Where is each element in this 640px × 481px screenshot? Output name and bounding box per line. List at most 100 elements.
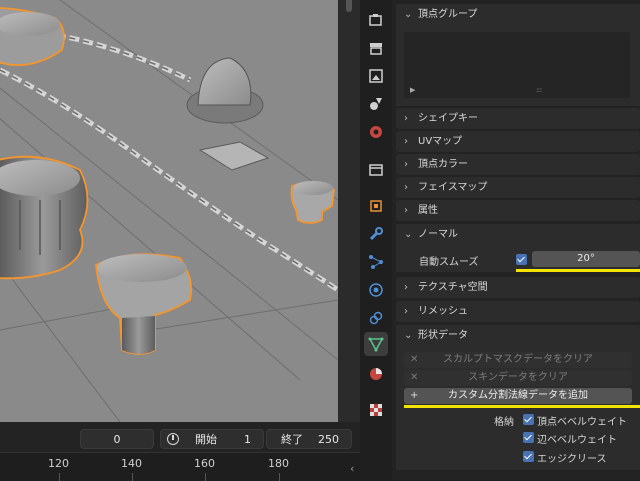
edge-crease-checkbox[interactable] bbox=[523, 451, 534, 462]
timeline: 0 開始 1 終了 250 120 140 160 180 ‹ bbox=[0, 422, 360, 481]
render-icon bbox=[370, 43, 382, 55]
shape-keys-header[interactable]: › シェイプキー bbox=[396, 108, 640, 129]
texture-icon bbox=[370, 404, 382, 416]
viewport-scene bbox=[0, 0, 338, 422]
vertex-bevel-weight-checkbox[interactable] bbox=[523, 414, 534, 425]
tab-collection[interactable] bbox=[364, 158, 388, 182]
tab-physics[interactable] bbox=[364, 278, 388, 302]
auto-smooth-label: 自動スムーズ bbox=[419, 257, 479, 268]
chevron-right-icon: › bbox=[404, 136, 408, 147]
panel-title: フェイスマップ bbox=[418, 182, 488, 193]
resize-grip-icon[interactable]: :::: bbox=[536, 86, 543, 94]
wrench-icon bbox=[369, 227, 383, 241]
attributes-header[interactable]: › 属性 bbox=[396, 200, 640, 221]
tab-constraints[interactable] bbox=[364, 306, 388, 330]
chevron-right-icon: › bbox=[404, 306, 408, 317]
vertex-groups-list[interactable]: ▶ :::: bbox=[404, 32, 630, 98]
auto-smooth-angle-field[interactable]: 20° bbox=[532, 251, 640, 267]
start-frame-label: 開始 bbox=[195, 433, 217, 446]
vertex-colors-header[interactable]: › 頂点カラー bbox=[396, 154, 640, 175]
end-frame-label: 終了 bbox=[281, 433, 303, 446]
viewport-scrollbar[interactable] bbox=[346, 0, 352, 12]
tab-scene[interactable] bbox=[364, 120, 388, 144]
frame-ruler[interactable]: 120 140 160 180 bbox=[0, 452, 360, 481]
material-icon bbox=[370, 368, 382, 380]
panel-title: 頂点グループ bbox=[418, 9, 478, 20]
panel-title: シェイプキー bbox=[418, 113, 478, 124]
constraints-icon bbox=[369, 311, 383, 325]
clear-sculpt-mask-button[interactable]: ✕ スカルプトマスクデータをクリア bbox=[404, 352, 632, 368]
edge-bevel-weight-label: 辺ベベルウェイト bbox=[537, 435, 617, 446]
clear-skin-button[interactable]: ✕ スキンデータをクリア bbox=[404, 370, 632, 386]
highlight-underline bbox=[516, 269, 640, 272]
tab-data[interactable] bbox=[364, 332, 388, 356]
panel-title: リメッシュ bbox=[418, 306, 468, 317]
auto-smooth-checkbox[interactable] bbox=[516, 254, 527, 265]
stopwatch-icon[interactable] bbox=[167, 433, 179, 445]
geometry-data-header[interactable]: ⌄ 形状データ bbox=[396, 325, 640, 346]
uv-maps-header[interactable]: › UVマップ bbox=[396, 131, 640, 152]
chevron-down-icon: ⌄ bbox=[404, 229, 413, 240]
start-frame-value: 1 bbox=[244, 433, 251, 446]
tab-view-layer[interactable] bbox=[364, 92, 388, 116]
3d-viewport[interactable] bbox=[0, 0, 338, 422]
face-maps-header[interactable]: › フェイスマップ bbox=[396, 177, 640, 198]
panel-title: 頂点カラー bbox=[418, 159, 468, 170]
texture-space-header[interactable]: › テクスチャ空間 bbox=[396, 277, 640, 298]
vertex-bevel-weight-label: 頂点ベベルウェイト bbox=[537, 417, 627, 428]
chevron-right-icon: › bbox=[404, 182, 408, 193]
ruler-tick-label: 120 bbox=[48, 457, 69, 470]
add-custom-normals-button[interactable]: + カスタム分割法線データを追加 bbox=[404, 388, 632, 404]
current-frame-field[interactable]: 0 bbox=[80, 429, 154, 449]
output-icon bbox=[369, 69, 383, 83]
current-frame-value: 0 bbox=[113, 433, 121, 446]
ruler-tick-label: 180 bbox=[268, 457, 289, 470]
properties-tab-bar bbox=[360, 0, 392, 480]
tab-tool[interactable] bbox=[364, 8, 388, 32]
tab-object[interactable] bbox=[364, 194, 388, 218]
button-label: スカルプトマスクデータをクリア bbox=[443, 354, 593, 365]
scene-icon bbox=[370, 126, 382, 138]
button-label: スキンデータをクリア bbox=[468, 372, 568, 383]
tool-icon bbox=[369, 14, 382, 26]
edge-crease-label: エッジクリース bbox=[537, 454, 607, 465]
chevron-right-icon: › bbox=[404, 113, 408, 124]
tab-material[interactable] bbox=[364, 362, 388, 386]
edge-bevel-weight-checkbox[interactable] bbox=[523, 432, 534, 443]
properties-editor: ⌄ 頂点グループ ▶ :::: › シェイプキー › UVマップ › 頂点カラー… bbox=[392, 0, 640, 480]
end-frame-value: 250 bbox=[318, 433, 339, 446]
highlight-underline bbox=[404, 405, 640, 408]
particles-icon bbox=[369, 255, 383, 269]
mesh-data-icon bbox=[368, 337, 384, 352]
collection-icon bbox=[369, 164, 383, 176]
panel-title: UVマップ bbox=[418, 136, 463, 147]
chevron-right-icon: › bbox=[404, 205, 408, 216]
close-icon: ✕ bbox=[410, 354, 419, 365]
panel-title: 形状データ bbox=[418, 330, 468, 341]
panel-title: 属性 bbox=[418, 205, 438, 216]
store-label: 格納 bbox=[494, 417, 514, 428]
start-frame-field[interactable]: 開始 1 bbox=[160, 429, 264, 449]
vertex-groups-header[interactable]: ⌄ 頂点グループ bbox=[396, 4, 640, 25]
tab-render[interactable] bbox=[364, 36, 388, 60]
chevron-down-icon: ⌄ bbox=[404, 9, 413, 20]
tab-modifiers[interactable] bbox=[364, 222, 388, 246]
tab-texture[interactable] bbox=[364, 398, 388, 422]
chevron-right-icon: › bbox=[404, 159, 408, 170]
play-icon[interactable]: ▶ bbox=[410, 86, 415, 94]
tab-particles[interactable] bbox=[364, 250, 388, 274]
panel-title: テクスチャ空間 bbox=[418, 282, 488, 293]
ruler-tick-label: 160 bbox=[194, 457, 215, 470]
end-frame-field[interactable]: 終了 250 bbox=[266, 429, 352, 449]
chevron-right-icon: › bbox=[404, 282, 408, 293]
plus-icon: + bbox=[410, 390, 419, 401]
close-icon: ✕ bbox=[410, 372, 419, 383]
chevron-left-icon[interactable]: ‹ bbox=[350, 462, 354, 475]
viewport-region-divider bbox=[338, 0, 360, 422]
normals-header[interactable]: ⌄ ノーマル bbox=[396, 224, 640, 245]
tab-output[interactable] bbox=[364, 64, 388, 88]
remesh-header[interactable]: › リメッシュ bbox=[396, 301, 640, 322]
ruler-tick-label: 140 bbox=[121, 457, 142, 470]
button-label: カスタム分割法線データを追加 bbox=[448, 390, 588, 401]
physics-icon bbox=[369, 283, 383, 297]
